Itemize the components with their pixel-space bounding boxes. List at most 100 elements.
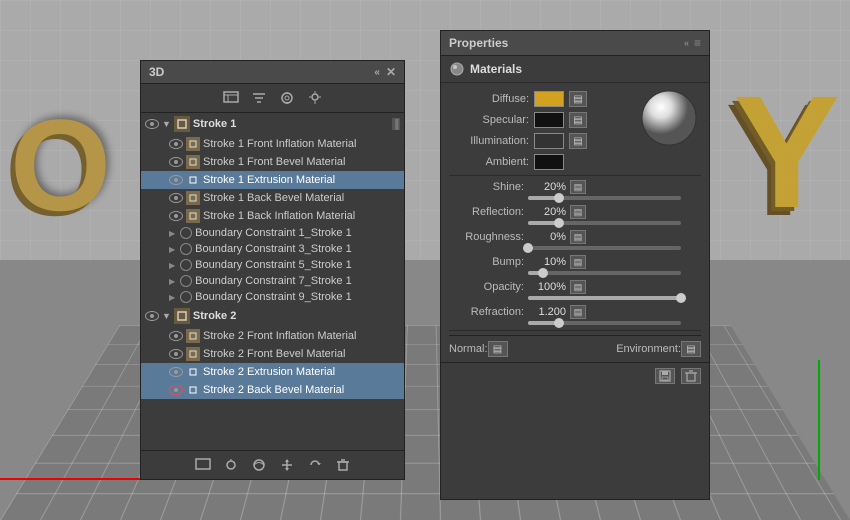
props-save-btn[interactable]: [655, 368, 675, 384]
stroke2-visibility[interactable]: [145, 311, 159, 321]
s2fi-label: Stroke 2 Front Inflation Material: [203, 330, 356, 342]
footer-light-icon[interactable]: [222, 456, 240, 474]
boundary1[interactable]: ▶ Boundary Constraint 1_Stroke 1: [141, 225, 404, 241]
props-menu-icon[interactable]: ≡: [694, 36, 701, 50]
b7-icon: [180, 275, 192, 287]
opacity-slider[interactable]: [449, 296, 701, 300]
3d-text-right: Y: [733, 60, 840, 244]
stroke1-front-bevel[interactable]: Stroke 1 Front Bevel Material: [141, 153, 404, 171]
stroke1-visibility[interactable]: [145, 119, 159, 129]
close-icon[interactable]: ✕: [386, 65, 396, 79]
environment-label: Environment:: [616, 343, 681, 355]
s1e-visibility[interactable]: [169, 175, 183, 185]
boundary3[interactable]: ▶ Boundary Constraint 3_Stroke 1: [141, 241, 404, 257]
b1-label: Boundary Constraint 1_Stroke 1: [195, 227, 352, 239]
illumination-picker-btn[interactable]: ▤: [569, 133, 587, 149]
3d-text-left: O: [10, 90, 111, 240]
boundary5[interactable]: ▶ Boundary Constraint 5_Stroke 1: [141, 257, 404, 273]
s2e-visibility[interactable]: [169, 367, 183, 377]
shine-label: Shine:: [449, 181, 524, 193]
stroke2-back-bevel[interactable]: Stroke 2 Back Bevel Material: [141, 381, 404, 399]
bump-value: 10%: [528, 256, 566, 268]
target-icon[interactable]: [278, 89, 296, 107]
light-icon[interactable]: [306, 89, 324, 107]
s1fb-label: Stroke 1 Front Bevel Material: [203, 156, 345, 168]
panel-3d: 3D « ✕ ▼ Stroke 1 ▐: [140, 60, 405, 480]
footer-env-icon[interactable]: [250, 456, 268, 474]
footer-rotate-icon[interactable]: [306, 456, 324, 474]
refraction-label: Refraction:: [449, 306, 524, 318]
stroke1-back-inflation[interactable]: Stroke 1 Back Inflation Material: [141, 207, 404, 225]
stroke1-front-inflation[interactable]: Stroke 1 Front Inflation Material: [141, 135, 404, 153]
refraction-folder-btn[interactable]: ▤: [570, 305, 586, 319]
stroke2-front-bevel[interactable]: Stroke 2 Front Bevel Material: [141, 345, 404, 363]
s2fi-visibility[interactable]: [169, 331, 183, 341]
stroke2-chevron: ▼: [162, 311, 171, 321]
panel-properties: Properties « ≡ Materials Diffuse: ▤ Spec…: [440, 30, 710, 500]
s1e-label: Stroke 1 Extrusion Material: [203, 174, 335, 186]
ambient-swatch[interactable]: [534, 154, 564, 170]
scene-icon[interactable]: [222, 89, 240, 107]
boundary7[interactable]: ▶ Boundary Constraint 7_Stroke 1: [141, 273, 404, 289]
reflection-label: Reflection:: [449, 206, 524, 218]
stroke2-front-inflation[interactable]: Stroke 2 Front Inflation Material: [141, 327, 404, 345]
shine-slider[interactable]: [449, 196, 701, 200]
divider1: [449, 175, 701, 176]
reflection-slider[interactable]: [449, 221, 701, 225]
environment-btn[interactable]: ▤: [681, 341, 701, 357]
s2e-label: Stroke 2 Extrusion Material: [203, 366, 335, 378]
props-delete-btn[interactable]: [681, 368, 701, 384]
normal-label: Normal:: [449, 343, 488, 355]
footer-scene-icon[interactable]: [194, 456, 212, 474]
reflection-value: 20%: [528, 206, 566, 218]
boundary9[interactable]: ▶ Boundary Constraint 9_Stroke 1: [141, 289, 404, 305]
refraction-slider[interactable]: [449, 321, 701, 325]
stroke2-extrusion[interactable]: Stroke 2 Extrusion Material: [141, 363, 404, 381]
stroke1-chevron: ▼: [162, 119, 171, 129]
s2fb-visibility[interactable]: [169, 349, 183, 359]
s1fb-visibility[interactable]: [169, 157, 183, 167]
s2e-icon: [186, 365, 200, 379]
illumination-swatch[interactable]: [534, 133, 564, 149]
refraction-row: Refraction: 1.200 ▤: [449, 305, 701, 319]
roughness-folder-btn[interactable]: ▤: [570, 230, 586, 244]
s1fi-visibility[interactable]: [169, 139, 183, 149]
opacity-folder-btn[interactable]: ▤: [570, 280, 586, 294]
stroke1-group-header[interactable]: ▼ Stroke 1 ▐: [141, 113, 404, 135]
props-collapse-icon[interactable]: «: [684, 38, 689, 48]
panel-3d-header: 3D « ✕: [141, 61, 404, 84]
collapse-icon[interactable]: «: [374, 67, 380, 78]
stroke2-group-header[interactable]: ▼ Stroke 2: [141, 305, 404, 327]
normal-btn[interactable]: ▤: [488, 341, 508, 357]
props-section-title: Materials: [470, 62, 522, 76]
footer-move-icon[interactable]: [278, 456, 296, 474]
specular-picker-btn[interactable]: ▤: [569, 112, 587, 128]
refraction-value: 1.200: [528, 306, 566, 318]
diffuse-picker-btn[interactable]: ▤: [569, 91, 587, 107]
grid-floor: [0, 326, 850, 520]
bump-folder-btn[interactable]: ▤: [570, 255, 586, 269]
opacity-row: Opacity: 100% ▤: [449, 280, 701, 294]
reflection-folder-btn[interactable]: ▤: [570, 205, 586, 219]
b1-icon: [180, 227, 192, 239]
stroke1-extrusion[interactable]: Stroke 1 Extrusion Material: [141, 171, 404, 189]
stroke2-label: Stroke 2: [193, 310, 236, 322]
canvas-background: O Y: [0, 0, 850, 520]
opacity-label: Opacity:: [449, 281, 524, 293]
stroke1-back-bevel[interactable]: Stroke 1 Back Bevel Material: [141, 189, 404, 207]
bump-slider[interactable]: [449, 271, 701, 275]
s1bb-visibility[interactable]: [169, 193, 183, 203]
footer-trash-icon[interactable]: [334, 456, 352, 474]
diffuse-swatch[interactable]: [534, 91, 564, 107]
s1fb-icon: [186, 155, 200, 169]
props-section-header: Materials: [441, 56, 709, 83]
roughness-slider[interactable]: [449, 246, 701, 250]
s1fi-icon: [186, 137, 200, 151]
filter-icon[interactable]: [250, 89, 268, 107]
specular-swatch[interactable]: [534, 112, 564, 128]
bump-row: Bump: 10% ▤: [449, 255, 701, 269]
shine-folder-btn[interactable]: ▤: [570, 180, 586, 194]
shine-row: Shine: 20% ▤: [449, 180, 701, 194]
s1bi-visibility[interactable]: [169, 211, 183, 221]
s2bb-visibility[interactable]: [169, 385, 183, 395]
